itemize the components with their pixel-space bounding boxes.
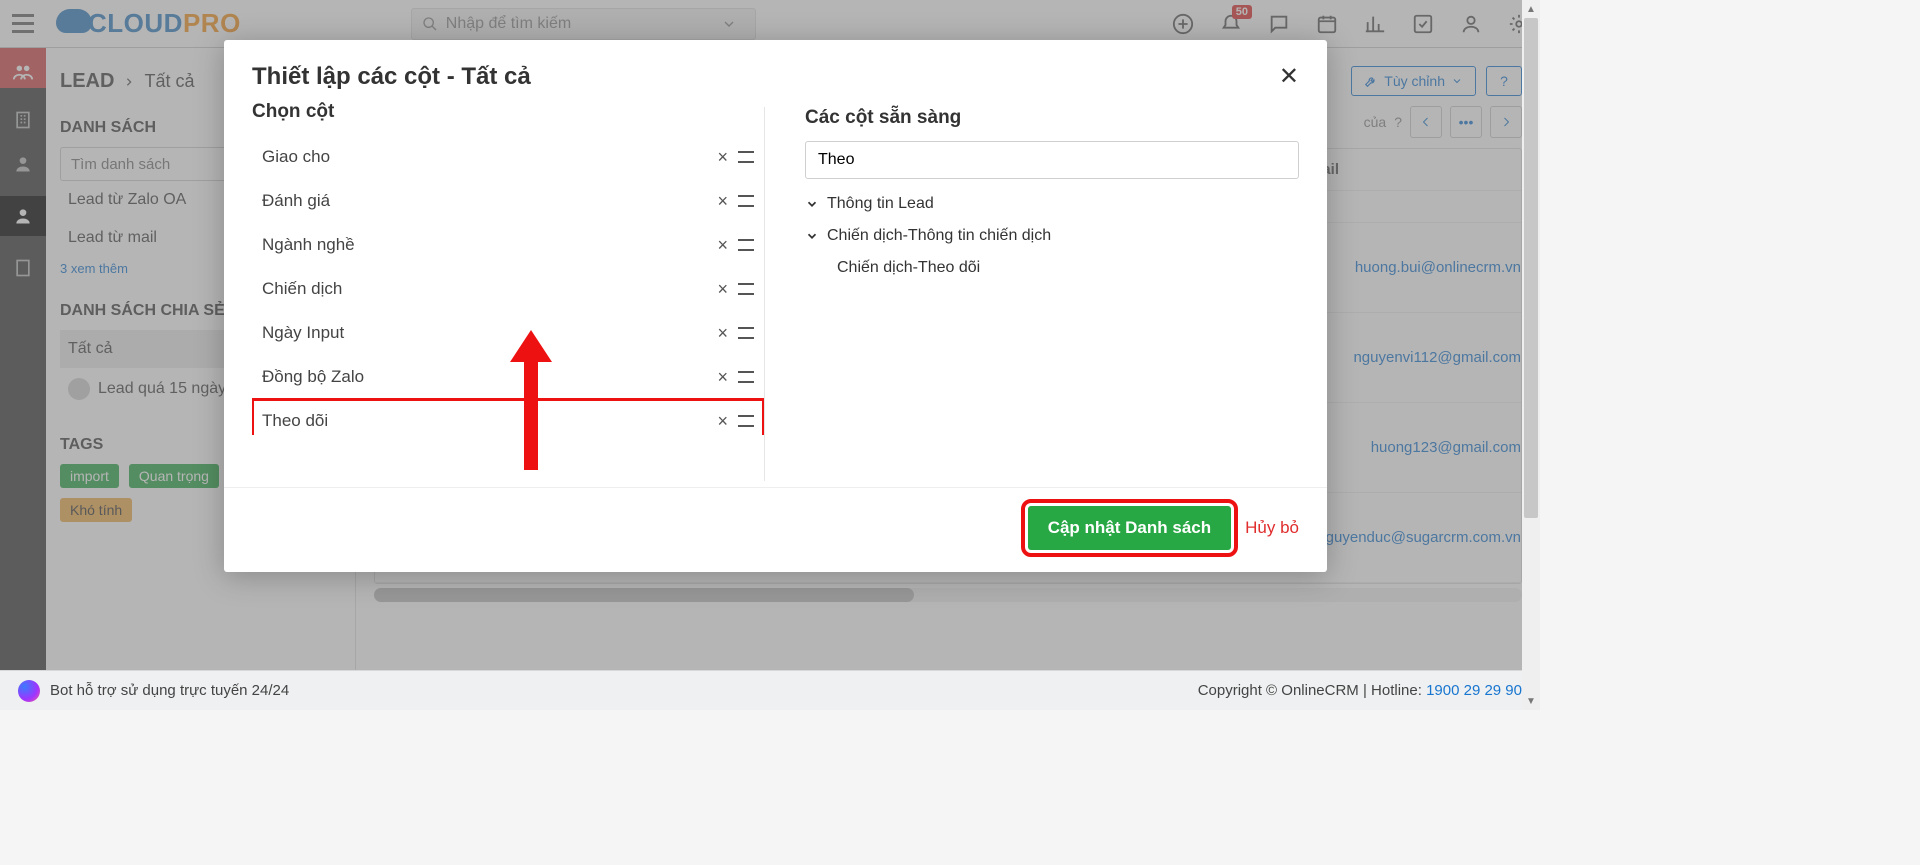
- drag-icon[interactable]: [738, 151, 754, 163]
- remove-icon[interactable]: ×: [717, 323, 728, 344]
- remove-icon[interactable]: ×: [717, 411, 728, 432]
- drag-icon[interactable]: [738, 195, 754, 207]
- bot-text: Bot hỗ trợ sử dụng trực tuyến 24/24: [50, 682, 289, 699]
- drag-icon[interactable]: [738, 415, 754, 427]
- ready-columns-title: Các cột sẵn sàng: [805, 107, 1299, 129]
- remove-icon[interactable]: ×: [717, 367, 728, 388]
- group-campaign-info[interactable]: Chiến dịch-Thông tin chiến dịch: [805, 227, 1299, 245]
- remove-icon[interactable]: ×: [717, 279, 728, 300]
- column-settings-modal: Thiết lập các cột - Tất cả ✕ Chọn cột Gi…: [224, 40, 1327, 572]
- hotline-link[interactable]: 1900 29 29 90: [1426, 682, 1522, 699]
- remove-icon[interactable]: ×: [717, 191, 728, 212]
- remove-icon[interactable]: ×: [717, 235, 728, 256]
- column-option[interactable]: Ngày Input×: [252, 311, 764, 355]
- chevron-down-icon: [805, 229, 819, 243]
- group-campaign-follow[interactable]: Chiến dịch-Theo dõi: [837, 259, 1299, 277]
- page-scrollbar[interactable]: ▲ ▼: [1522, 0, 1540, 710]
- modal-title: Thiết lập các cột - Tất cả: [252, 63, 531, 91]
- update-list-button[interactable]: Cập nhật Danh sách: [1028, 506, 1231, 550]
- column-option[interactable]: Đồng bộ Zalo×: [252, 355, 764, 399]
- messenger-icon[interactable]: [18, 680, 40, 702]
- column-option[interactable]: Ngành nghề×: [252, 223, 764, 267]
- footer: Bot hỗ trợ sử dụng trực tuyến 24/24 Copy…: [0, 670, 1540, 710]
- drag-icon[interactable]: [738, 283, 754, 295]
- remove-icon[interactable]: ×: [717, 147, 728, 168]
- group-lead-info[interactable]: Thông tin Lead: [805, 195, 1299, 213]
- close-icon[interactable]: ✕: [1279, 62, 1299, 91]
- column-option[interactable]: Đánh giá×: [252, 179, 764, 223]
- drag-icon[interactable]: [738, 371, 754, 383]
- drag-icon[interactable]: [738, 239, 754, 251]
- choose-columns-title: Chọn cột: [252, 101, 764, 123]
- cancel-button[interactable]: Hủy bỏ: [1245, 518, 1299, 538]
- chevron-down-icon: [805, 197, 819, 211]
- column-search-input[interactable]: [805, 141, 1299, 179]
- copyright: Copyright © OnlineCRM | Hotline:: [1198, 682, 1426, 699]
- column-option[interactable]: Chiến dịch×: [252, 267, 764, 311]
- column-option-highlighted[interactable]: Theo dõi×: [252, 399, 764, 435]
- column-option[interactable]: Giao cho×: [252, 135, 764, 179]
- drag-icon[interactable]: [738, 327, 754, 339]
